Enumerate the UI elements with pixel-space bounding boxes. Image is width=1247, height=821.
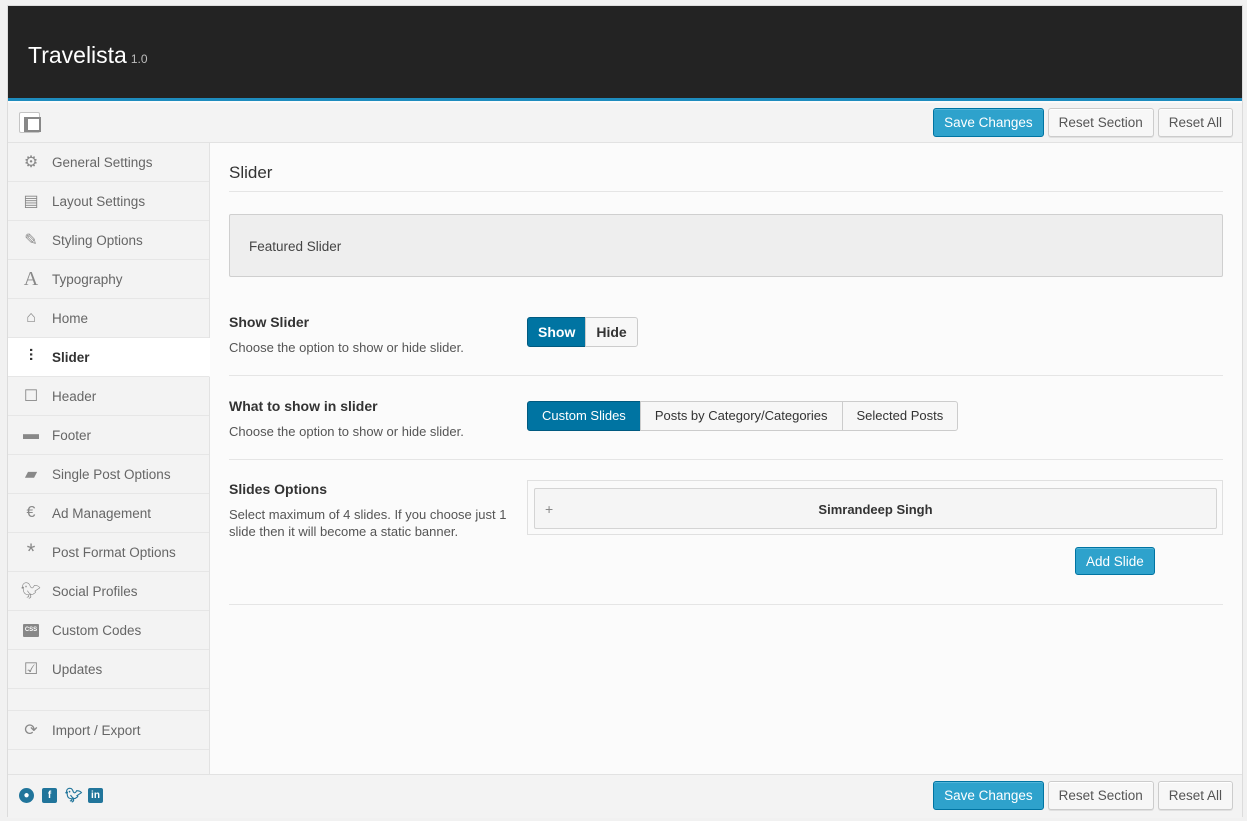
css-icon: CSS bbox=[22, 621, 40, 639]
divider bbox=[229, 604, 1223, 605]
reset-section-button[interactable]: Reset Section bbox=[1047, 108, 1154, 137]
sidebar-item-single-post-options[interactable]: ▰ Single Post Options bbox=[8, 455, 209, 494]
sidebar-item-label: Social Profiles bbox=[52, 583, 138, 599]
refresh-icon: ⟳ bbox=[24, 722, 38, 739]
sidebar-item-updates[interactable]: ☑ Updates bbox=[8, 650, 209, 689]
slide-item[interactable]: + Simrandeep Singh bbox=[534, 488, 1217, 529]
gears-icon: ⚙ bbox=[23, 154, 39, 171]
sidebar-item-layout-settings[interactable]: ▤ Layout Settings bbox=[8, 182, 209, 221]
sidebar-item-label: General Settings bbox=[52, 154, 153, 170]
sidebar-item-label: Footer bbox=[52, 427, 92, 443]
selected-posts-option[interactable]: Selected Posts bbox=[841, 401, 959, 431]
add-slide-button[interactable]: Add Slide bbox=[1075, 547, 1155, 575]
bottom-actions: Save Changes Reset Section Reset All bbox=[933, 781, 1233, 810]
sidebar-item-label: Typography bbox=[52, 271, 123, 287]
divider bbox=[229, 191, 1223, 192]
sidebar-item-footer[interactable]: ▬ Footer bbox=[8, 416, 209, 455]
social-links: ● f 🐦︎ in bbox=[19, 788, 103, 803]
sidebar-item-label: Header bbox=[52, 388, 97, 404]
divider bbox=[229, 459, 1223, 460]
slides-options-title: Slides Options bbox=[229, 481, 328, 497]
sidebar-item-label: Custom Codes bbox=[52, 622, 142, 638]
home-icon: ⌂ bbox=[26, 309, 36, 326]
asterisk-icon: * bbox=[26, 539, 36, 564]
slide-name: Simrandeep Singh bbox=[818, 502, 933, 517]
sidebar-item-label: Single Post Options bbox=[52, 466, 171, 482]
show-slider-toggle: Show Hide bbox=[527, 317, 638, 347]
slider-source-toggle: Custom Slides Posts by Category/Categori… bbox=[527, 401, 959, 431]
slides-list: + Simrandeep Singh bbox=[527, 480, 1223, 535]
layout-icon: ▤ bbox=[23, 193, 39, 210]
custom-slides-option[interactable]: Custom Slides bbox=[527, 401, 641, 431]
sliders-icon: ⫶ bbox=[28, 348, 33, 365]
app-version: 1.0 bbox=[130, 52, 148, 66]
app-title: Travelista 1.0 bbox=[28, 42, 148, 69]
reset-all-button[interactable]: Reset All bbox=[1157, 108, 1233, 137]
save-button[interactable]: Save Changes bbox=[933, 108, 1044, 137]
top-actions: Save Changes Reset Section Reset All bbox=[933, 108, 1233, 137]
sidebar-item-post-format-options[interactable]: * Post Format Options bbox=[8, 533, 209, 572]
sidebar-item-label: Styling Options bbox=[52, 232, 143, 248]
posts-by-category-option[interactable]: Posts by Category/Categories bbox=[639, 401, 843, 431]
expand-menu-button[interactable] bbox=[19, 112, 41, 133]
sidebar-spacer bbox=[8, 689, 209, 711]
sidebar-item-custom-codes[interactable]: CSS Custom Codes bbox=[8, 611, 209, 650]
linkedin-icon[interactable]: in bbox=[88, 788, 103, 803]
reset-section-button[interactable]: Reset Section bbox=[1047, 781, 1154, 810]
square-icon: ☐ bbox=[23, 388, 39, 405]
what-to-show-title: What to show in slider bbox=[229, 398, 378, 414]
reset-all-button[interactable]: Reset All bbox=[1157, 781, 1233, 810]
show-option[interactable]: Show bbox=[527, 317, 587, 347]
sidebar-item-label: Home bbox=[52, 310, 89, 326]
options-panel: Travelista 1.0 Save Changes Reset Section… bbox=[7, 5, 1243, 818]
sidebar-item-label: Import / Export bbox=[52, 722, 141, 738]
sidebar: ⚙ General Settings ▤ Layout Settings ✎ S… bbox=[8, 143, 210, 774]
brush-icon: ✎ bbox=[24, 232, 38, 249]
folder-icon: ▰ bbox=[24, 466, 38, 483]
sidebar-item-styling-options[interactable]: ✎ Styling Options bbox=[8, 221, 209, 260]
section-title: Slider bbox=[229, 163, 273, 182]
support-icon[interactable]: ● bbox=[19, 788, 34, 803]
typography-icon: A bbox=[23, 267, 39, 290]
sidebar-item-typography[interactable]: A Typography bbox=[8, 260, 209, 299]
sidebar-item-label: Layout Settings bbox=[52, 193, 146, 209]
sidebar-item-label: Ad Management bbox=[52, 505, 152, 521]
euro-icon: € bbox=[26, 504, 36, 521]
facebook-icon[interactable]: f bbox=[42, 788, 57, 803]
twitter-icon[interactable]: 🐦︎ bbox=[65, 788, 83, 803]
sidebar-item-label: Slider bbox=[52, 349, 90, 365]
slides-options-desc: Select maximum of 4 slides. If you choos… bbox=[229, 507, 507, 539]
sidebar-item-ad-management[interactable]: € Ad Management bbox=[8, 494, 209, 533]
save-button[interactable]: Save Changes bbox=[933, 781, 1044, 810]
hide-option[interactable]: Hide bbox=[585, 317, 638, 347]
what-to-show-desc: Choose the option to show or hide slider… bbox=[229, 424, 464, 439]
checkbox-icon: ☑ bbox=[23, 661, 39, 678]
twitter-icon: 🐦︎ bbox=[20, 583, 42, 600]
sidebar-item-header[interactable]: ☐ Header bbox=[8, 377, 209, 416]
app-header: Travelista 1.0 bbox=[8, 6, 1242, 101]
show-slider-title: Show Slider bbox=[229, 314, 310, 330]
divider bbox=[229, 375, 1223, 376]
sidebar-item-import-export[interactable]: ⟳ Import / Export bbox=[8, 711, 209, 750]
show-slider-desc: Choose the option to show or hide slider… bbox=[229, 340, 464, 355]
top-toolbar: Save Changes Reset Section Reset All bbox=[8, 103, 1242, 143]
featured-slider-heading: Featured Slider bbox=[229, 214, 1223, 277]
sidebar-item-home[interactable]: ⌂ Home bbox=[8, 299, 209, 338]
minus-icon: ▬ bbox=[23, 426, 39, 443]
sidebar-item-label: Updates bbox=[52, 661, 103, 677]
sidebar-item-social-profiles[interactable]: 🐦︎ Social Profiles bbox=[8, 572, 209, 611]
sidebar-item-general-settings[interactable]: ⚙ General Settings bbox=[8, 143, 209, 182]
sidebar-item-label: Post Format Options bbox=[52, 544, 176, 560]
bottom-toolbar: ● f 🐦︎ in Save Changes Reset Section Res… bbox=[8, 774, 1242, 818]
sidebar-item-slider[interactable]: ⫶ Slider bbox=[8, 338, 210, 377]
app-name: Travelista bbox=[28, 42, 127, 68]
